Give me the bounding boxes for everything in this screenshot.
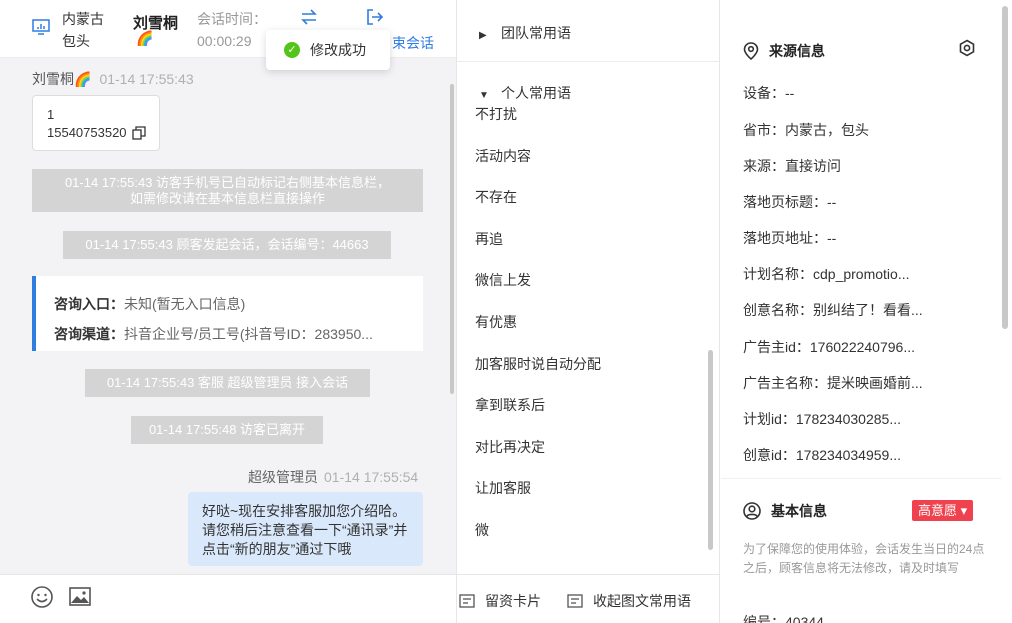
session-time-value: 00:00:29	[197, 33, 252, 49]
chat-panel: 内蒙古 包头 刘雪桐 🌈 会话时间： 00:00:29 束会话 ✓ 修改成功 刘…	[0, 0, 457, 623]
source-field-source: 来源：直接访问	[743, 158, 841, 174]
source-info-title: 来源信息	[743, 41, 825, 61]
phrase-item[interactable]: 不存在	[475, 187, 517, 207]
phrase-item[interactable]: 加客服时说自动分配	[475, 354, 601, 374]
caret-down-icon: ▾	[960, 503, 968, 518]
message-time: 01-14 17:55:43	[99, 71, 194, 87]
consult-entry-value: 未知(暂无入口信息)	[124, 296, 246, 312]
location-pin-icon	[743, 42, 759, 60]
source-field-landing-title: 落地页标题：--	[743, 194, 837, 210]
message-sender: 刘雪桐🌈	[32, 71, 92, 87]
system-message: 01-14 17:55:43 客服 超级管理员 接入会话	[85, 369, 370, 397]
consult-channel-label: 咨询渠道：	[54, 326, 124, 342]
consult-info-card: 咨询入口：未知(暂无入口信息) 咨询渠道：抖音企业号/员工号(抖音号ID：283…	[32, 276, 423, 351]
agent-message-bubble: 好哒~现在安排客服加您介绍哈。请您稍后注意查看一下“通讯录”并点击“新的朋友”通…	[188, 492, 423, 566]
agent-message-header: 超级管理员 01-14 17:55:54	[248, 467, 418, 487]
system-message-line: 如需修改请在基本信息栏直接操作	[129, 191, 325, 206]
session-time-label: 会话时间：	[197, 11, 267, 27]
source-field-creative-id: 创意id：178234034959...	[743, 447, 901, 463]
phrase-item[interactable]: 对比再决定	[475, 437, 545, 457]
source-field-plan-name: 计划名称：cdp_promotio...	[743, 266, 910, 282]
phrase-item[interactable]: 拿到联系后	[475, 395, 545, 415]
collapse-phrases-button[interactable]: 收起图文常用语	[567, 591, 691, 611]
consult-entry-label: 咨询入口：	[54, 296, 124, 312]
card-icon	[567, 594, 583, 608]
caret-right-icon: ▶	[479, 30, 487, 41]
info-card-label: 留资卡片	[485, 593, 541, 609]
settings-icon[interactable]	[958, 39, 976, 57]
end-session-button[interactable]: 束会话	[392, 33, 434, 53]
section-title-text: 来源信息	[769, 43, 825, 59]
visitor-id-field: 编号：40344	[743, 614, 824, 623]
group-label: 个人常用语	[501, 85, 571, 101]
check-circle-icon: ✓	[284, 42, 300, 58]
info-card-button[interactable]: 留资卡片	[459, 591, 541, 611]
success-toast: ✓ 修改成功	[266, 30, 390, 70]
system-message: 01-14 17:55:48 访客已离开	[131, 416, 323, 444]
phrase-item[interactable]: 微信上发	[475, 270, 531, 290]
caret-down-icon: ▼	[479, 90, 489, 101]
source-field-plan-id: 计划id：178234030285...	[743, 411, 901, 427]
intent-badge-dropdown[interactable]: 高意愿 ▾	[912, 500, 974, 521]
system-message-line: 01-14 17:55:43 访客手机号已自动标记右侧基本信息栏，	[64, 175, 391, 190]
phrase-item[interactable]: 不打扰	[475, 104, 517, 124]
personal-phrases-group[interactable]: ▼ 个人常用语	[479, 83, 571, 103]
transfer-icon[interactable]	[299, 8, 319, 26]
visitor-message-bubble: 1 15540753520	[32, 95, 160, 151]
consult-entry-row: 咨询入口：未知(暂无入口信息)	[54, 289, 404, 319]
system-message: 01-14 17:55:43 顾客发起会话，会话编号：44663	[63, 231, 391, 259]
exit-icon[interactable]	[365, 8, 385, 26]
info-scrollbar[interactable]	[1002, 6, 1008, 329]
source-field-landing-url: 落地页地址：--	[743, 230, 837, 246]
source-field-advertiser-id: 广告主id：176022240796...	[743, 339, 915, 355]
toast-text: 修改成功	[310, 42, 366, 58]
edit-notice: 为了保障您的使用体验，会话发生当日的24点之后，顾客信息将无法修改，请及时填写	[743, 542, 985, 575]
intent-badge-label: 高意愿	[918, 503, 958, 518]
monitor-icon	[32, 19, 50, 35]
divider	[457, 61, 719, 62]
copy-icon[interactable]	[132, 126, 146, 140]
consult-channel-row: 咨询渠道：抖音企业号/员工号(抖音号ID：283950...	[54, 319, 404, 349]
source-field-creative-name: 创意名称：别纠结了！看看...	[743, 302, 923, 318]
visitor-info-panel: 来源信息 设备：-- 省市：内蒙古，包头 来源：直接访问 落地页标题：-- 落地…	[721, 0, 1012, 623]
group-label: 团队常用语	[501, 25, 571, 41]
phrase-item[interactable]: 微	[475, 520, 489, 540]
source-field-advertiser-name: 广告主名称：提米映画婚前...	[743, 375, 923, 391]
consult-channel-value: 抖音企业号/员工号(抖音号ID：283950...	[124, 326, 373, 342]
rainbow-emoji: 🌈	[136, 30, 154, 46]
team-phrases-group[interactable]: ▶ 团队常用语	[479, 23, 571, 43]
location-city: 包头	[62, 33, 90, 49]
visitor-message-header: 刘雪桐🌈 01-14 17:55:43	[32, 69, 194, 89]
chat-input-toolbar	[0, 574, 456, 623]
section-title-text: 基本信息	[771, 503, 827, 519]
source-field-device: 设备：--	[743, 85, 795, 101]
phrases-panel: ▶ 团队常用语 ▼ 个人常用语 不打扰 活动内容 不存在 再追 微信上发 有优惠 加…	[457, 0, 720, 623]
user-circle-icon	[743, 502, 761, 520]
phrase-item[interactable]: 活动内容	[475, 146, 531, 166]
phrase-item[interactable]: 让加客服	[475, 478, 531, 498]
card-icon	[459, 594, 475, 608]
chat-scrollbar[interactable]	[450, 84, 454, 394]
collapse-phrases-label: 收起图文常用语	[593, 593, 691, 609]
system-message: 01-14 17:55:43 访客手机号已自动标记右侧基本信息栏， 如需修改请在…	[32, 169, 423, 212]
divider	[721, 478, 1001, 479]
phrase-item[interactable]: 有优惠	[475, 312, 517, 332]
phrases-footer: 留资卡片 收起图文常用语	[457, 574, 719, 623]
message-time: 01-14 17:55:54	[324, 469, 419, 485]
phrase-item[interactable]: 再追	[475, 229, 503, 249]
emoji-icon[interactable]	[30, 585, 54, 609]
message-sender: 超级管理员	[248, 469, 318, 485]
visitor-location: 内蒙古 包头	[62, 8, 122, 52]
image-icon[interactable]	[68, 585, 92, 609]
basic-info-title: 基本信息	[743, 501, 827, 521]
source-field-region: 省市：内蒙古，包头	[743, 122, 869, 138]
message-line: 1	[47, 107, 55, 122]
phrases-scrollbar[interactable]	[708, 350, 713, 550]
location-province: 内蒙古	[62, 11, 104, 27]
